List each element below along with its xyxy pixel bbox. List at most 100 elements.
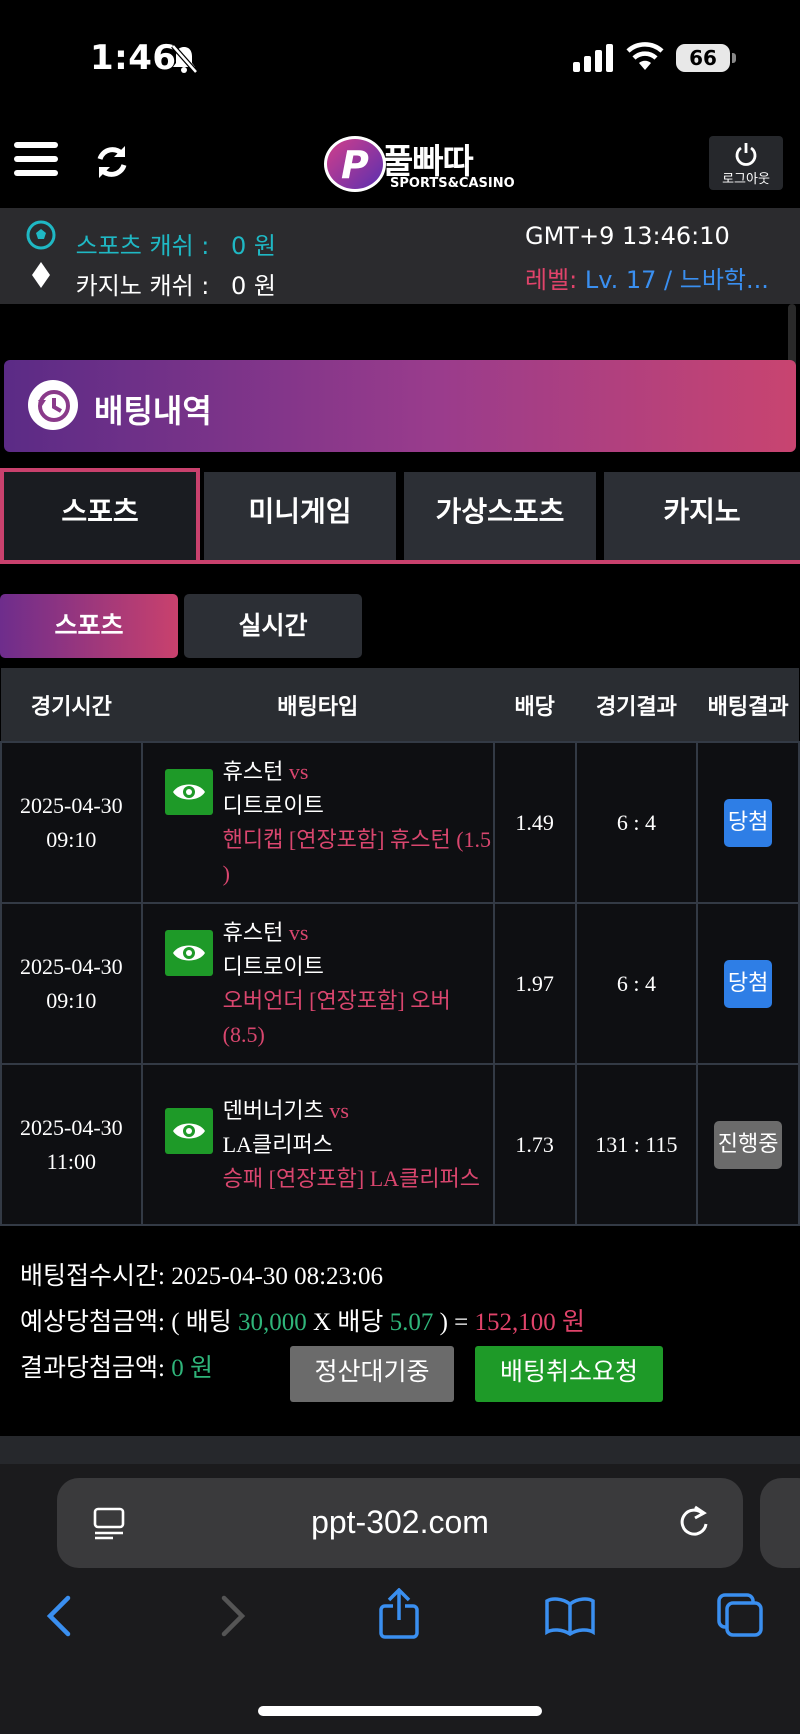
- power-icon: [735, 143, 757, 166]
- sports-cash-label: 스포츠 캐쉬 :: [75, 231, 210, 260]
- address-bar[interactable]: ppt-302.com: [57, 1478, 743, 1568]
- vs-label: vs: [288, 758, 309, 784]
- vs-label: vs: [329, 1097, 349, 1123]
- category-tabs: 스포츠 미니게임 가상스포츠 카지노: [0, 468, 800, 564]
- market-label: 승패 [연장포함] LA클리퍼스: [222, 1165, 481, 1191]
- history-clock-icon: [28, 380, 78, 430]
- total-odds: 5.07: [389, 1309, 434, 1336]
- table-row: 2025-04-30 09:10 휴스턴 vs 디트로이트 오버언더 [연장포함]…: [0, 902, 800, 1065]
- col-header-bet-type: 배팅타입: [141, 668, 494, 742]
- bet-type-cell: 휴스턴 vs 디트로이트 오버언더 [연장포함] 오버 (8.5): [140, 902, 495, 1065]
- away-team: 디트로이트: [222, 792, 324, 818]
- menu-hamburger-icon[interactable]: [14, 142, 58, 182]
- cellular-signal-icon: [573, 44, 613, 72]
- level-value: Lv. 17 / 느바학...: [584, 266, 769, 294]
- result-badge-win: 당첨: [723, 798, 773, 847]
- receipt-time: 2025-04-30 08:23:06: [171, 1263, 383, 1290]
- app-header: P 풀빠따 SPORTS&CASINO 로그아웃: [0, 120, 800, 208]
- settlement-pending-button[interactable]: 정산대기중: [290, 1346, 454, 1402]
- wifi-icon: [626, 42, 664, 70]
- bet-history-table: 경기시간 배팅타입 배당 경기결과 배팅결과 2025-04-30 09:10 휴…: [0, 668, 800, 1226]
- receipt-label: 배팅접수시간:: [20, 1263, 165, 1290]
- game-time-cell: 2025-04-30 09:10: [0, 902, 143, 1065]
- home-team: 덴버너기츠: [222, 1097, 324, 1123]
- tab-casino[interactable]: 카지노: [604, 472, 800, 560]
- tab-minigame[interactable]: 미니게임: [204, 472, 396, 560]
- back-icon[interactable]: [44, 1594, 74, 1638]
- status-time: 1:46: [90, 38, 177, 78]
- bet-result-cell: 당첨: [696, 741, 800, 904]
- site-logo[interactable]: P 풀빠따 SPORTS&CASINO: [324, 134, 515, 194]
- sports-cash-row: 스포츠 캐쉬 : 0 원: [26, 220, 276, 261]
- account-info-bar: 스포츠 캐쉬 : 0 원 카지노 캐쉬 : 0 원 GMT+9 13:46:10…: [0, 208, 800, 304]
- tab-sports[interactable]: 스포츠: [0, 468, 200, 560]
- bet-summary: 배팅접수시간: 2025-04-30 08:23:06 예상당첨금액: ( 배팅…: [20, 1254, 780, 1402]
- tabs-overview-icon[interactable]: [716, 1592, 764, 1638]
- logout-label: 로그아웃: [722, 172, 770, 187]
- server-clock: GMT+9 13:46:10: [525, 222, 730, 250]
- bell-muted-icon: [171, 44, 198, 74]
- view-details-eye-icon[interactable]: [164, 768, 213, 815]
- home-team: 휴스턴: [222, 919, 284, 945]
- browser-toolbar: ppt-302.com: [0, 1464, 800, 1734]
- stake-amount: 30,000: [238, 1309, 307, 1336]
- cancel-bet-request-button[interactable]: 배팅취소요청: [475, 1346, 663, 1402]
- result-badge-in-progress: 진행중: [713, 1120, 783, 1169]
- market-label: 핸디캡 [연장포함] 휴스턴 (1.5 ): [222, 826, 492, 886]
- diamond-icon: [32, 262, 50, 288]
- home-team: 휴스턴: [222, 758, 284, 784]
- expected-win-line: 예상당첨금액: ( 배팅 30,000 X 배당 5.07 ) = 152,10…: [20, 1309, 586, 1336]
- casino-cash-row: 카지노 캐쉬 : 0 원: [26, 260, 276, 301]
- home-indicator: [258, 1706, 542, 1716]
- refresh-icon[interactable]: [92, 142, 132, 182]
- subtab-sports[interactable]: 스포츠: [0, 594, 178, 658]
- market-label: 오버언더 [연장포함] 오버 (8.5): [222, 987, 451, 1047]
- col-header-game-time: 경기시간: [1, 668, 142, 742]
- score-cell: 6 : 4: [574, 902, 699, 1065]
- tab-virtual-sports[interactable]: 가상스포츠: [404, 472, 596, 560]
- game-time-cell: 2025-04-30 11:00: [0, 1063, 143, 1226]
- table-header-row: 경기시간 배팅타입 배당 경기결과 배팅결과: [1, 668, 799, 742]
- col-header-bet-result: 배팅결과: [697, 668, 799, 742]
- forward-icon[interactable]: [218, 1594, 248, 1638]
- col-header-game-result: 경기결과: [575, 668, 698, 742]
- bet-result-cell: 당첨: [696, 902, 800, 1065]
- col-header-odds: 배당: [493, 668, 576, 742]
- user-level: 레벨: Lv. 17 / 느바학...: [525, 260, 790, 295]
- logout-button[interactable]: 로그아웃: [709, 136, 783, 190]
- odds-cell: 1.97: [492, 902, 577, 1065]
- game-time-cell: 2025-04-30 09:10: [0, 741, 143, 904]
- away-team: 디트로이트: [222, 953, 324, 979]
- bookmarks-icon[interactable]: [544, 1596, 596, 1636]
- logo-subtext: SPORTS&CASINO: [390, 176, 515, 191]
- result-badge-win: 당첨: [723, 959, 773, 1008]
- sports-cash-value: 0 원: [231, 231, 277, 260]
- expected-win-amount: 152,100 원: [474, 1309, 586, 1336]
- view-details-eye-icon[interactable]: [164, 1107, 213, 1154]
- view-details-eye-icon[interactable]: [164, 929, 213, 976]
- table-row: 2025-04-30 11:00 덴버너기츠 vs LA클리퍼스 승패 [연장포함…: [0, 1063, 800, 1226]
- next-tab-peek[interactable]: [760, 1478, 800, 1568]
- logo-mark: P: [324, 136, 386, 192]
- score-cell: 131 : 115: [574, 1063, 699, 1226]
- odds-cell: 1.49: [492, 741, 577, 904]
- odds-cell: 1.73: [492, 1063, 577, 1226]
- main-content: 배팅내역 스포츠 미니게임 가상스포츠 카지노 스포츠 실시간 경기시간 배팅타…: [0, 304, 800, 1464]
- share-icon[interactable]: [378, 1588, 420, 1640]
- page-title: 배팅내역: [94, 392, 212, 430]
- bet-result-cell: 진행중: [696, 1063, 800, 1226]
- url-text: ppt-302.com: [311, 1504, 489, 1540]
- next-bet-header-peek: [0, 1436, 800, 1464]
- result-win-amount: 0 원: [171, 1355, 213, 1382]
- receipt-time-line: 배팅접수시간: 2025-04-30 08:23:06: [20, 1254, 780, 1300]
- battery-indicator: 66: [676, 44, 736, 72]
- bet-type-cell: 덴버너기츠 vs LA클리퍼스 승패 [연장포함] LA클리퍼스: [140, 1063, 495, 1226]
- casino-cash-label: 카지노 캐쉬 :: [75, 271, 210, 300]
- vs-label: vs: [288, 919, 309, 945]
- table-row: 2025-04-30 09:10 휴스턴 vs 디트로이트 핸디캡 [연장포함] …: [0, 741, 800, 904]
- casino-cash-value: 0 원: [231, 271, 277, 300]
- soccer-ball-icon: [26, 220, 56, 250]
- subtab-live[interactable]: 실시간: [184, 594, 362, 658]
- page-title-banner: 배팅내역: [4, 360, 796, 452]
- reload-icon[interactable]: [677, 1504, 711, 1540]
